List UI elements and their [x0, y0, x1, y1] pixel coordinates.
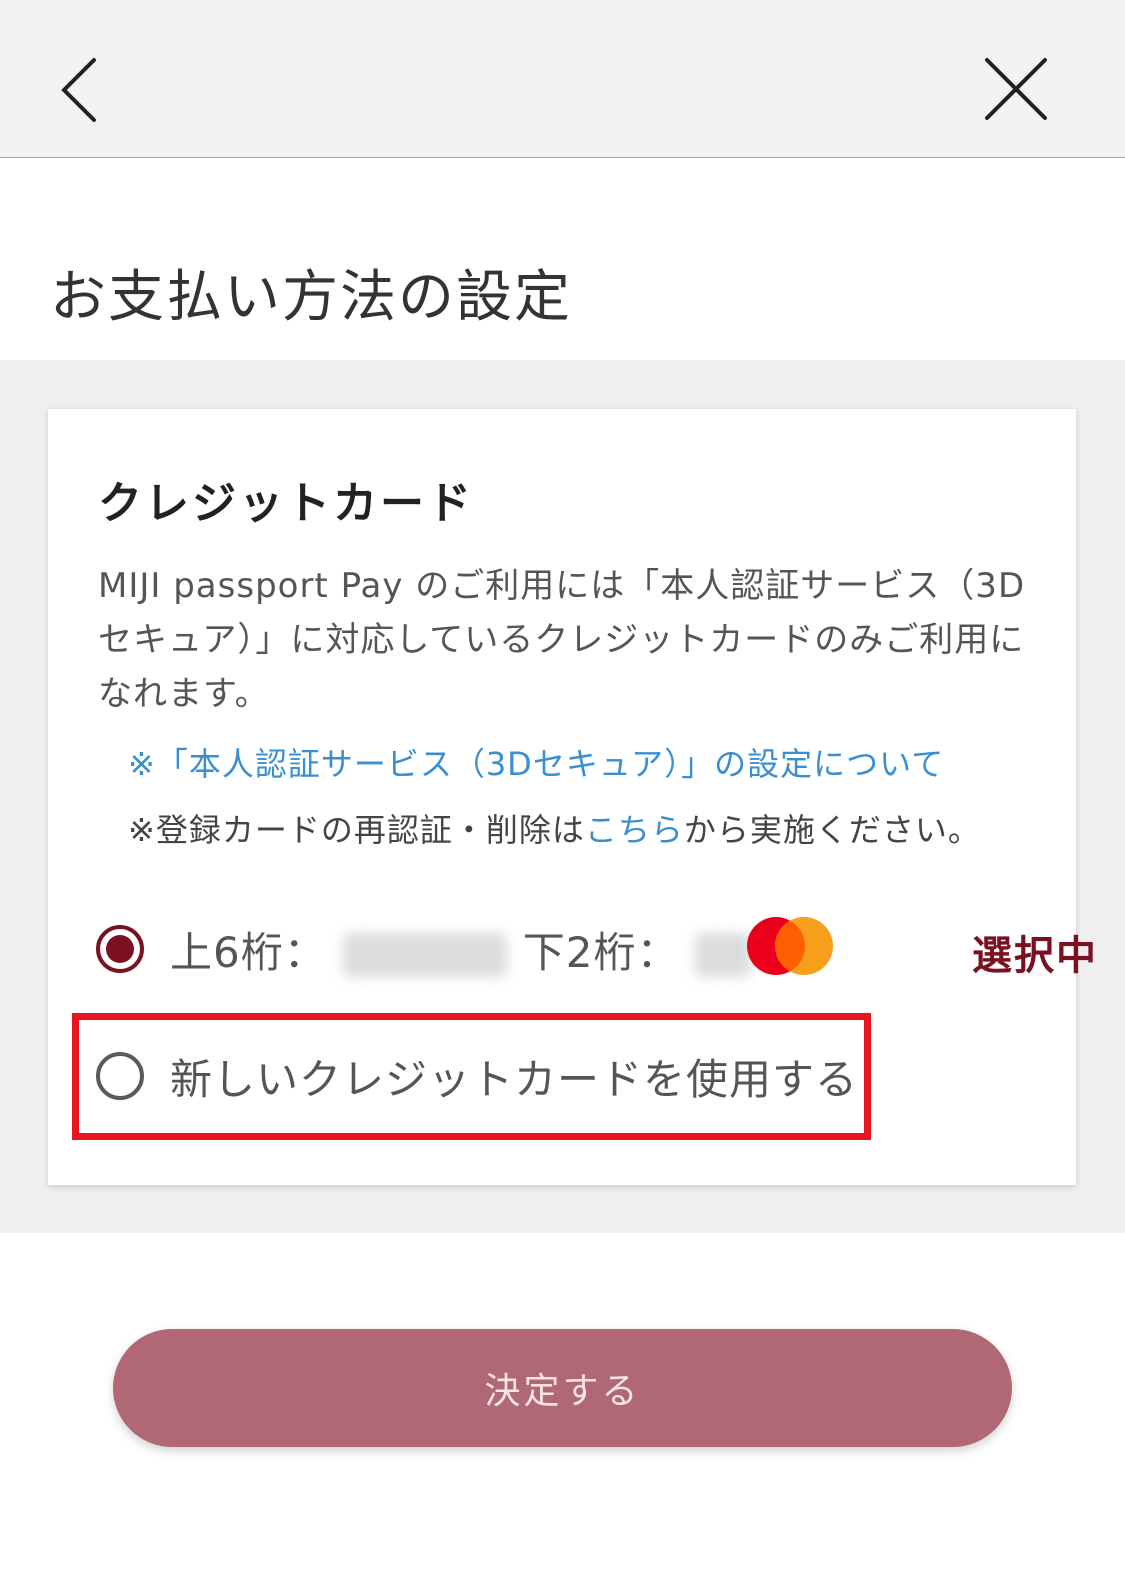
top-nav-bar: [0, 0, 1125, 158]
reauth-delete-note: ※登録カードの再認証・削除はこちらから実施ください。: [128, 805, 981, 851]
page-title: お支払い方法の設定: [50, 265, 572, 330]
note-prefix: ※登録カードの再認証・削除は: [128, 811, 585, 849]
chevron-left-icon: [61, 58, 96, 122]
mastercard-logo: [747, 917, 833, 975]
card-description: MIJI passport Pay のご利用には「本人認証サービス（3Dセキュア…: [98, 566, 1026, 714]
new-card-radio[interactable]: [96, 1052, 144, 1100]
back-button[interactable]: [44, 52, 124, 132]
masked-first6-digits: [342, 933, 507, 977]
first6-label: 上6桁：: [170, 927, 327, 977]
reauth-delete-link[interactable]: こちら: [585, 811, 684, 849]
new-card-label: 新しいクレジットカードを使用する: [170, 1054, 859, 1104]
saved-card-number: 上6桁： 下2桁：: [170, 919, 767, 980]
close-icon: [985, 58, 1047, 120]
saved-card-option[interactable]: 上6桁： 下2桁： 選択中: [96, 914, 1096, 984]
saved-card-radio[interactable]: [96, 925, 144, 973]
credit-card-panel: クレジットカード MIJI passport Pay のご利用には「本人認証サー…: [48, 409, 1096, 1185]
note-suffix: から実施ください。: [683, 811, 981, 849]
3d-secure-settings-link[interactable]: ※「本人認証サービス（3Dセキュア）」の設定について: [128, 739, 944, 785]
last2-label: 下2桁：: [522, 927, 680, 977]
selected-badge: 選択中: [972, 933, 1098, 979]
submit-button[interactable]: 決定する: [113, 1329, 1012, 1447]
card-heading: クレジットカード: [98, 478, 474, 529]
close-button[interactable]: [975, 52, 1055, 132]
new-card-option[interactable]: 新しいクレジットカードを使用する: [96, 1041, 858, 1111]
